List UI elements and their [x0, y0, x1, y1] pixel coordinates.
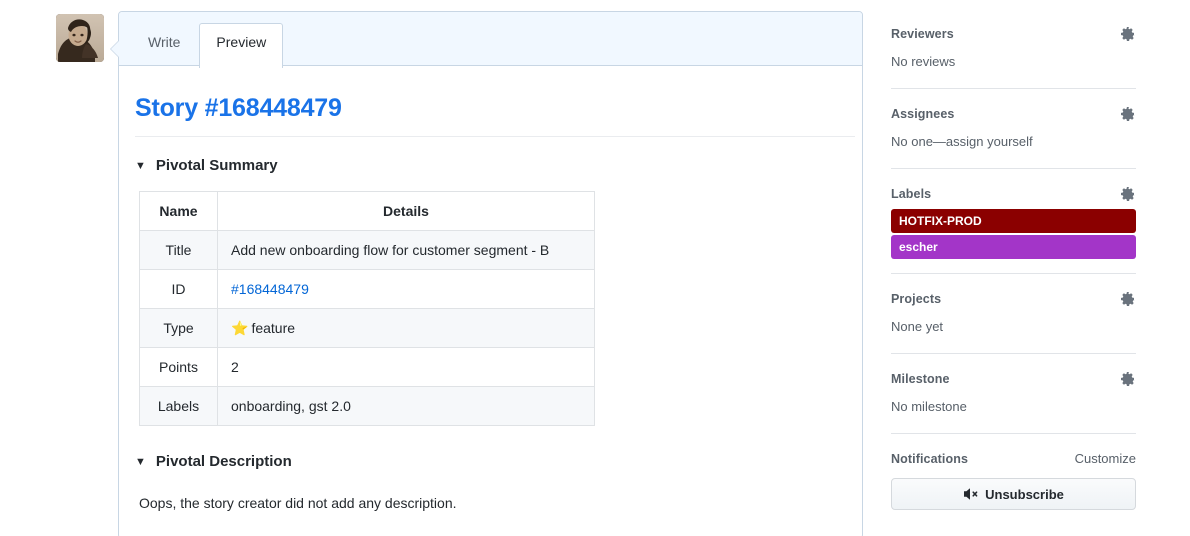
story-id-link[interactable]: #168448479 — [231, 281, 309, 297]
table-row: Title Add new onboarding flow for custom… — [139, 230, 595, 270]
sidebar-divider — [891, 433, 1136, 434]
sidebar-divider — [891, 273, 1136, 274]
callout-arrow-fill — [111, 41, 119, 57]
milestone-value: No milestone — [891, 399, 967, 414]
projects-value: None yet — [891, 319, 944, 334]
row-label-labels: Labels — [139, 386, 218, 426]
gear-icon[interactable] — [1120, 26, 1136, 42]
customize-link[interactable]: Customize — [1075, 451, 1136, 467]
label-chip[interactable]: escher — [891, 235, 1136, 259]
assignees-title: Assignees — [891, 107, 955, 121]
sidebar-section-milestone: Milestone No milestone — [891, 371, 1136, 434]
mute-speaker-icon — [964, 488, 978, 500]
row-label-points: Points — [139, 347, 218, 387]
row-value-labels: onboarding, gst 2.0 — [217, 386, 595, 426]
notifications-title: Notifications — [891, 452, 968, 466]
summary-heading: Pivotal Summary — [155, 157, 278, 174]
row-value-title: Add new onboarding flow for customer seg… — [217, 230, 595, 270]
collapse-triangle-icon[interactable]: ▼ — [135, 457, 146, 468]
table-row: Type ⭐ feature — [139, 308, 595, 348]
sidebar-section-reviewers: Reviewers No reviews — [891, 26, 1136, 89]
labels-header: Labels — [891, 186, 1136, 202]
reviewers-header: Reviewers — [891, 26, 1136, 42]
avatar[interactable] — [56, 14, 104, 62]
pivotal-summary-table: Name Details Title Add new onboarding fl… — [139, 191, 595, 426]
table-row: ID #168448479 — [139, 269, 595, 309]
labels-title: Labels — [891, 187, 932, 201]
gear-icon[interactable] — [1120, 186, 1136, 202]
tab-preview[interactable]: Preview — [199, 23, 284, 68]
page-title: Story #168448479 — [135, 94, 342, 122]
notifications-header: Notifications Customize — [891, 451, 1136, 467]
gear-icon[interactable] — [1120, 106, 1136, 122]
type-text: feature — [251, 320, 296, 336]
sidebar-section-labels: Labels HOTFIX-PROD escher — [891, 186, 1136, 274]
assignees-header: Assignees — [891, 106, 1136, 122]
star-icon: ⭐ — [231, 320, 249, 336]
label-chip[interactable]: HOTFIX-PROD — [891, 209, 1136, 233]
sidebar-section-notifications: Notifications Customize Unsubscribe — [891, 451, 1136, 510]
sidebar-divider — [891, 168, 1136, 169]
reviewers-title: Reviewers — [891, 27, 954, 41]
table-row: Labels onboarding, gst 2.0 — [139, 386, 595, 426]
summary-section-header[interactable]: ▼ Pivotal Summary — [135, 157, 842, 174]
issue-page: Write Preview Story #168448479 ▼ Pivotal… — [0, 0, 1190, 536]
row-value-points: 2 — [217, 347, 595, 387]
milestone-title: Milestone — [891, 372, 950, 386]
projects-title: Projects — [891, 292, 942, 306]
table-header-row: Name Details — [139, 191, 595, 231]
reviewers-value: No reviews — [891, 54, 956, 69]
avatar-image — [56, 14, 104, 62]
tab-write[interactable]: Write — [131, 23, 197, 61]
description-section-header[interactable]: ▼ Pivotal Description — [135, 453, 842, 470]
sidebar-divider — [891, 88, 1136, 89]
description-body: Oops, the story creator did not add any … — [139, 495, 457, 511]
row-label-type: Type — [139, 308, 218, 348]
sidebar-section-assignees: Assignees No one—assign yourself — [891, 106, 1136, 169]
sidebar-divider — [891, 353, 1136, 354]
gear-icon[interactable] — [1120, 291, 1136, 307]
unsubscribe-button[interactable]: Unsubscribe — [891, 478, 1136, 510]
row-value-id: #168448479 — [217, 269, 595, 309]
assignees-value[interactable]: No one—assign yourself — [891, 133, 1136, 151]
editor-tabs: Write Preview — [119, 12, 862, 68]
title-divider — [135, 136, 855, 137]
col-header-name: Name — [139, 191, 218, 231]
row-label-title: Title — [139, 230, 218, 270]
gear-icon[interactable] — [1120, 371, 1136, 387]
description-heading: Pivotal Description — [155, 453, 292, 470]
preview-content: Story #168448479 ▼ Pivotal Summary Name … — [119, 66, 862, 513]
row-label-id: ID — [139, 269, 218, 309]
comment-card: Write Preview Story #168448479 ▼ Pivotal… — [110, 11, 863, 536]
col-header-details: Details — [217, 191, 595, 231]
label-list: HOTFIX-PROD escher — [891, 209, 1136, 259]
issue-sidebar: Reviewers No reviews Assignees No one—as… — [891, 26, 1136, 510]
table-row: Points 2 — [139, 347, 595, 387]
row-value-type: ⭐ feature — [217, 308, 595, 348]
projects-header: Projects — [891, 291, 1136, 307]
collapse-triangle-icon[interactable]: ▼ — [135, 161, 146, 172]
sidebar-section-projects: Projects None yet — [891, 291, 1136, 354]
milestone-header: Milestone — [891, 371, 1136, 387]
unsubscribe-label: Unsubscribe — [985, 486, 1064, 502]
